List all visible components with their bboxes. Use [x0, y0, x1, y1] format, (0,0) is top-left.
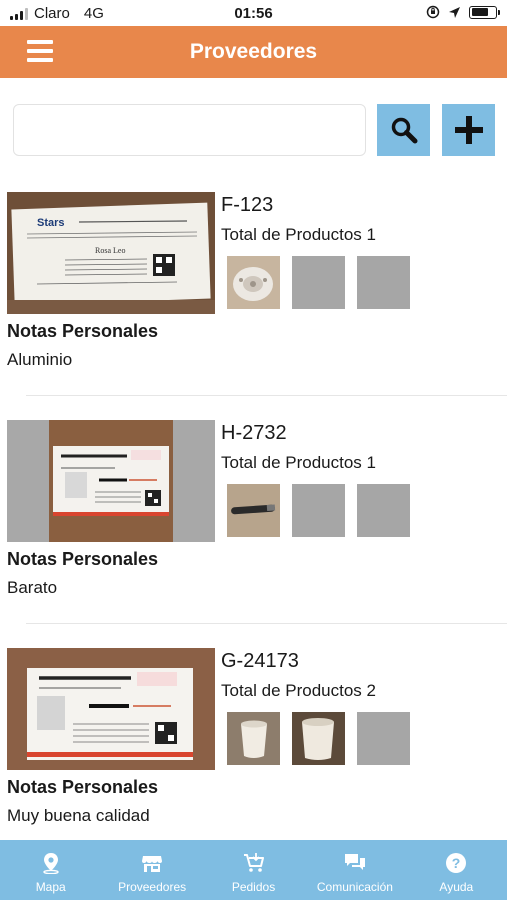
- product-thumbnail[interactable]: [227, 256, 280, 309]
- divider: [26, 395, 507, 396]
- product-thumbnails: [227, 484, 410, 537]
- business-card-photo[interactable]: [7, 420, 215, 542]
- notes-value: Barato: [7, 578, 58, 597]
- empty-thumbnail: [292, 484, 345, 537]
- empty-thumbnail: [357, 484, 410, 537]
- notes-label: Notas Personales: [7, 777, 159, 797]
- notes-label: Notas Personales: [7, 321, 159, 341]
- notes-value: Muy buena calidad: [7, 806, 150, 825]
- help-icon: ?: [446, 853, 467, 873]
- tab-comunicacion[interactable]: Comunicación: [304, 840, 405, 900]
- empty-thumbnail: [357, 712, 410, 765]
- page-title: Proveedores: [189, 40, 318, 63]
- supplier-card[interactable]: H-2732 Total de Productos 1 Notas Person…: [0, 418, 507, 646]
- tab-label: Pedidos: [231, 880, 276, 894]
- status-right: [426, 5, 500, 19]
- search-row: [0, 102, 507, 158]
- tab-ayuda[interactable]: ? Ayuda: [406, 840, 507, 900]
- product-thumbnails: [227, 256, 410, 309]
- store-icon: [142, 856, 163, 872]
- tab-label: Mapa: [35, 880, 66, 894]
- card-brand: Stars: [37, 217, 65, 229]
- business-card-image: Stars Rosa Leo: [7, 192, 215, 314]
- tab-label: Proveedores: [118, 880, 187, 894]
- business-card-image: [7, 648, 215, 770]
- add-supplier-button[interactable]: [442, 104, 495, 156]
- battery-icon: [469, 5, 500, 19]
- empty-thumbnail: [357, 256, 410, 309]
- chat-icon: [344, 854, 365, 870]
- business-card-photo[interactable]: [7, 648, 215, 770]
- search-input[interactable]: [13, 104, 366, 156]
- notes-value: Aluminio: [7, 350, 73, 369]
- divider: [26, 623, 507, 624]
- search-button[interactable]: [377, 104, 430, 156]
- tab-mapa[interactable]: Mapa: [0, 840, 101, 900]
- cart-icon: [243, 853, 264, 872]
- app-header: Proveedores: [0, 26, 507, 78]
- tab-label: Comunicación: [316, 880, 393, 894]
- product-thumbnail[interactable]: [227, 712, 280, 765]
- notes-label: Notas Personales: [7, 549, 159, 569]
- map-pin-icon: [43, 853, 59, 874]
- svg-text:?: ?: [452, 855, 461, 871]
- card-person-name: Rosa Leo: [95, 246, 125, 255]
- product-total: Total de Productos 2: [221, 681, 376, 700]
- product-thumbnail[interactable]: [227, 484, 280, 537]
- status-bar: Claro 4G 01:56: [0, 0, 507, 26]
- supplier-code: F-123: [221, 194, 274, 216]
- business-card-image: [7, 420, 215, 542]
- orientation-lock-icon: [426, 5, 440, 19]
- tab-proveedores[interactable]: Proveedores: [101, 840, 202, 900]
- tab-label: Ayuda: [439, 880, 474, 894]
- business-card-photo[interactable]: Stars Rosa Leo: [7, 192, 215, 314]
- supplier-code: G-24173: [221, 650, 299, 672]
- location-icon: [449, 6, 460, 18]
- supplier-list: Stars Rosa Leo F-123 Total de Productos …: [0, 190, 507, 874]
- product-total: Total de Productos 1: [221, 225, 376, 244]
- bottom-tab-bar: Mapa Proveedores Pedidos Comunicación ? …: [0, 840, 507, 900]
- product-thumbnail[interactable]: [292, 712, 345, 765]
- tab-pedidos[interactable]: Pedidos: [203, 840, 304, 900]
- empty-thumbnail: [292, 256, 345, 309]
- plus-icon: [454, 116, 483, 144]
- supplier-card[interactable]: Stars Rosa Leo F-123 Total de Productos …: [0, 190, 507, 418]
- search-icon: [391, 117, 417, 144]
- supplier-code: H-2732: [221, 422, 287, 444]
- product-total: Total de Productos 1: [221, 453, 376, 472]
- product-thumbnails: [227, 712, 410, 765]
